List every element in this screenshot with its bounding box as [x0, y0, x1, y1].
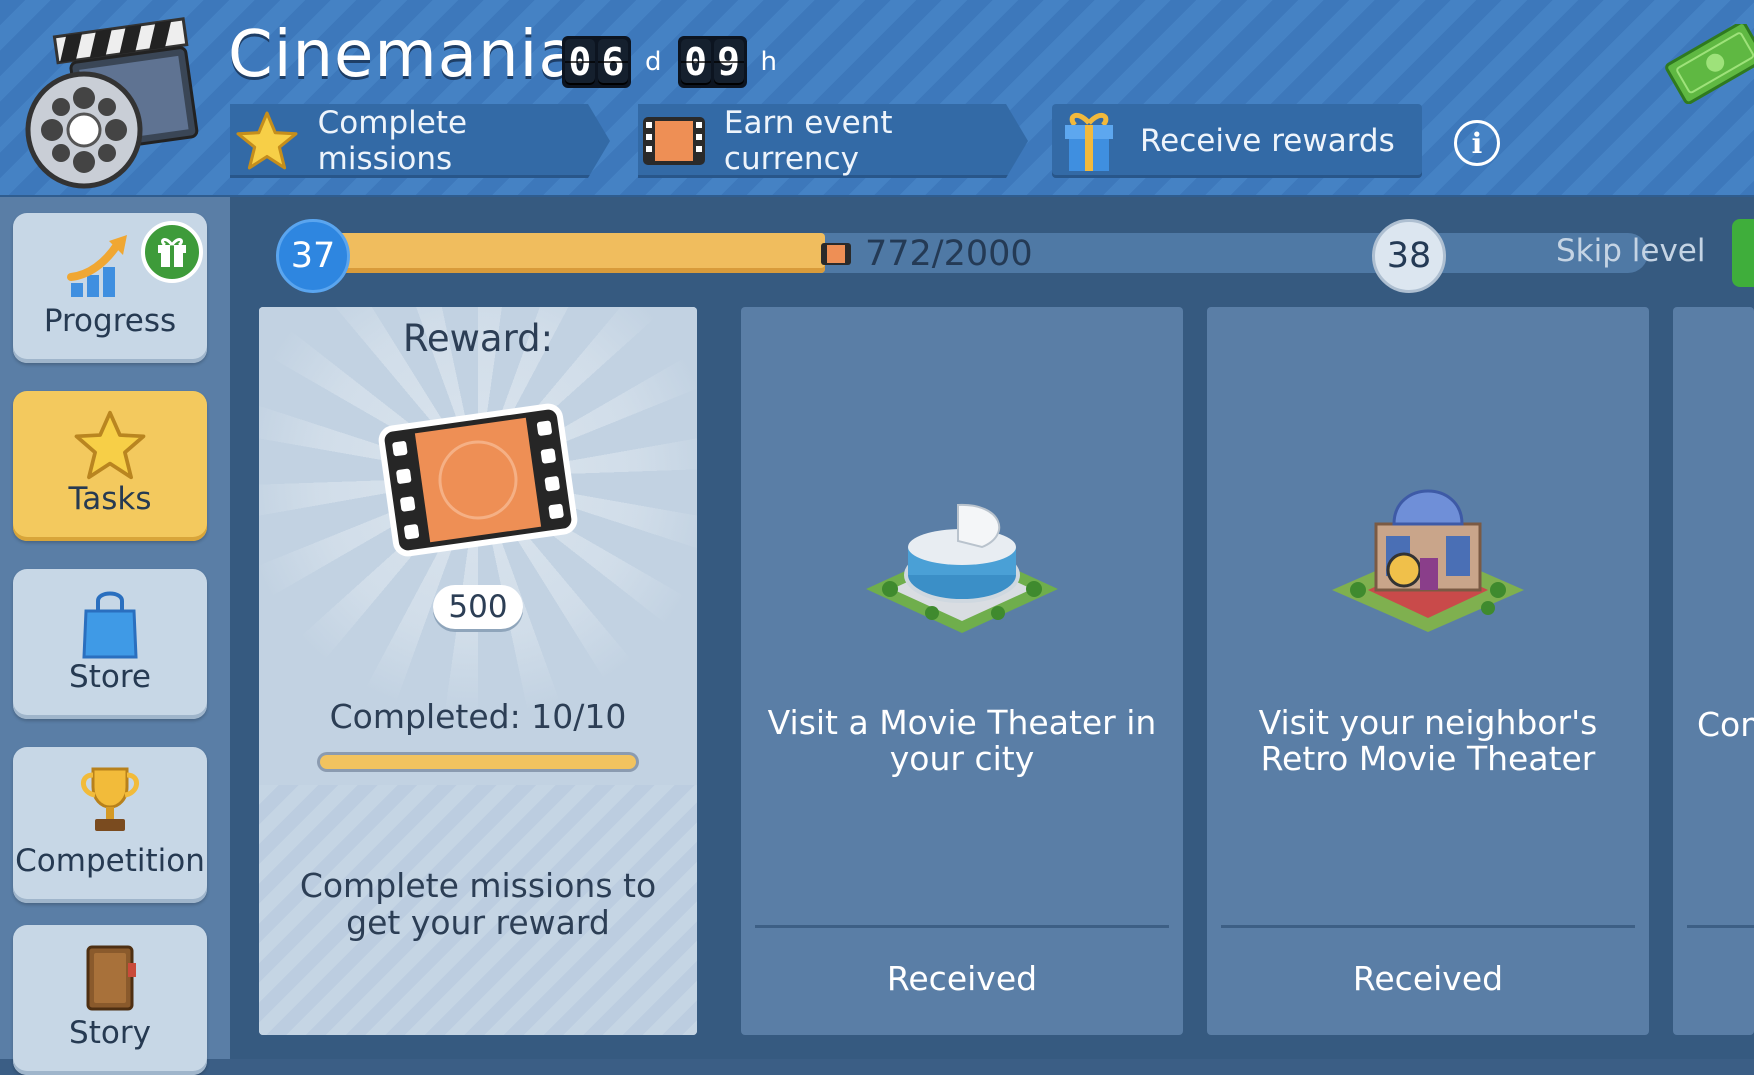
completed-progress-bar [317, 752, 639, 772]
star-icon [72, 409, 148, 489]
book-icon [80, 943, 140, 1021]
movie-theater-building-icon [866, 503, 1058, 633]
sidebar-item-story[interactable]: Story [13, 925, 207, 1075]
cash-icon[interactable] [1664, 24, 1754, 104]
step-label: Earn event currency [723, 105, 893, 177]
skip-level-button[interactable] [1732, 219, 1754, 287]
sidebar-item-competition[interactable]: Competition [13, 747, 207, 903]
hours-digit: 9 [713, 39, 744, 85]
level-progress-fill [308, 233, 826, 273]
reward-note-area: Complete missions to get your reward [259, 785, 697, 1035]
mission-card[interactable]: Visit your neighbor's Retro Movie Theate… [1207, 307, 1649, 1035]
gift-icon [1054, 106, 1124, 176]
reward-amount: 500 [433, 585, 523, 629]
completed-count: Completed: 10/10 [329, 697, 627, 736]
mission-status: Received [1352, 959, 1504, 998]
step-label: Receive rewards [1140, 123, 1395, 159]
step-complete-missions: Complete missions [230, 104, 610, 178]
mission-text: Visit your neighbor's Retro Movie Theate… [1258, 703, 1598, 778]
days-counter: 0 6 [562, 36, 631, 88]
completed-progress-fill [320, 755, 636, 769]
info-button[interactable]: i [1454, 120, 1500, 166]
step-receive-rewards: Receive rewards [1052, 104, 1422, 178]
hours-unit: h [760, 47, 777, 77]
current-level-badge: 37 [276, 219, 350, 293]
retro-movie-theater-building-icon [1332, 489, 1524, 632]
mission-status: Received [886, 959, 1038, 998]
sidebar-item-store[interactable]: Store [13, 569, 207, 719]
film-ticket-icon [378, 403, 578, 557]
hours-digit: 0 [680, 39, 711, 85]
next-level-badge: 38 [1372, 219, 1446, 293]
event-timer: 0 6 d 0 9 h [562, 36, 787, 88]
mission-text: Com [1697, 705, 1754, 744]
days-digit: 0 [565, 39, 595, 85]
reward-title: Reward: [402, 317, 554, 360]
sidebar-item-label: Competition [15, 843, 205, 879]
shopping-bag-icon [80, 587, 140, 667]
mission-card[interactable]: Visit a Movie Theater in your city Recei… [741, 307, 1183, 1035]
step-earn-currency: Earn event currency [638, 104, 1028, 178]
clapperboard-film-reel-icon [25, 17, 199, 189]
hours-counter: 0 9 [677, 36, 747, 88]
reward-note: Complete missions to get your reward [299, 866, 657, 942]
progress-arrow-icon [65, 231, 135, 309]
tasks-panel: 772/2000 37 38 Skip level Reward: 500 Co… [230, 197, 1754, 1059]
sidebar: Progress Tasks Store Competition Story [0, 197, 230, 1075]
gift-badge-icon [141, 221, 203, 283]
event-header: Cinemania 0 6 d 0 9 h Complete missions … [0, 0, 1754, 197]
step-label: Complete missions [317, 105, 468, 177]
mission-card[interactable]: Com [1673, 307, 1754, 1035]
level-progress: 772/2000 37 38 Skip level [230, 197, 1754, 293]
days-unit: d [645, 47, 662, 77]
skip-level-label: Skip level [1556, 233, 1706, 269]
event-title: Cinemania [228, 18, 579, 92]
film-ticket-icon [821, 243, 851, 265]
reward-card: Reward: 500 Completed: 10/10 Complete mi… [259, 307, 697, 1035]
star-icon [232, 106, 302, 176]
divider [1221, 925, 1635, 928]
divider [1687, 925, 1754, 928]
mission-text: Visit a Movie Theater in your city [767, 703, 1157, 778]
level-progress-bar: 772/2000 [308, 233, 1648, 274]
film-ticket-icon [640, 106, 708, 176]
trophy-icon [77, 765, 143, 843]
sidebar-item-progress[interactable]: Progress [13, 213, 207, 363]
level-progress-text: 772/2000 [865, 234, 1033, 274]
sidebar-item-tasks[interactable]: Tasks [13, 391, 207, 541]
days-digit: 6 [598, 39, 628, 85]
divider [755, 925, 1169, 928]
